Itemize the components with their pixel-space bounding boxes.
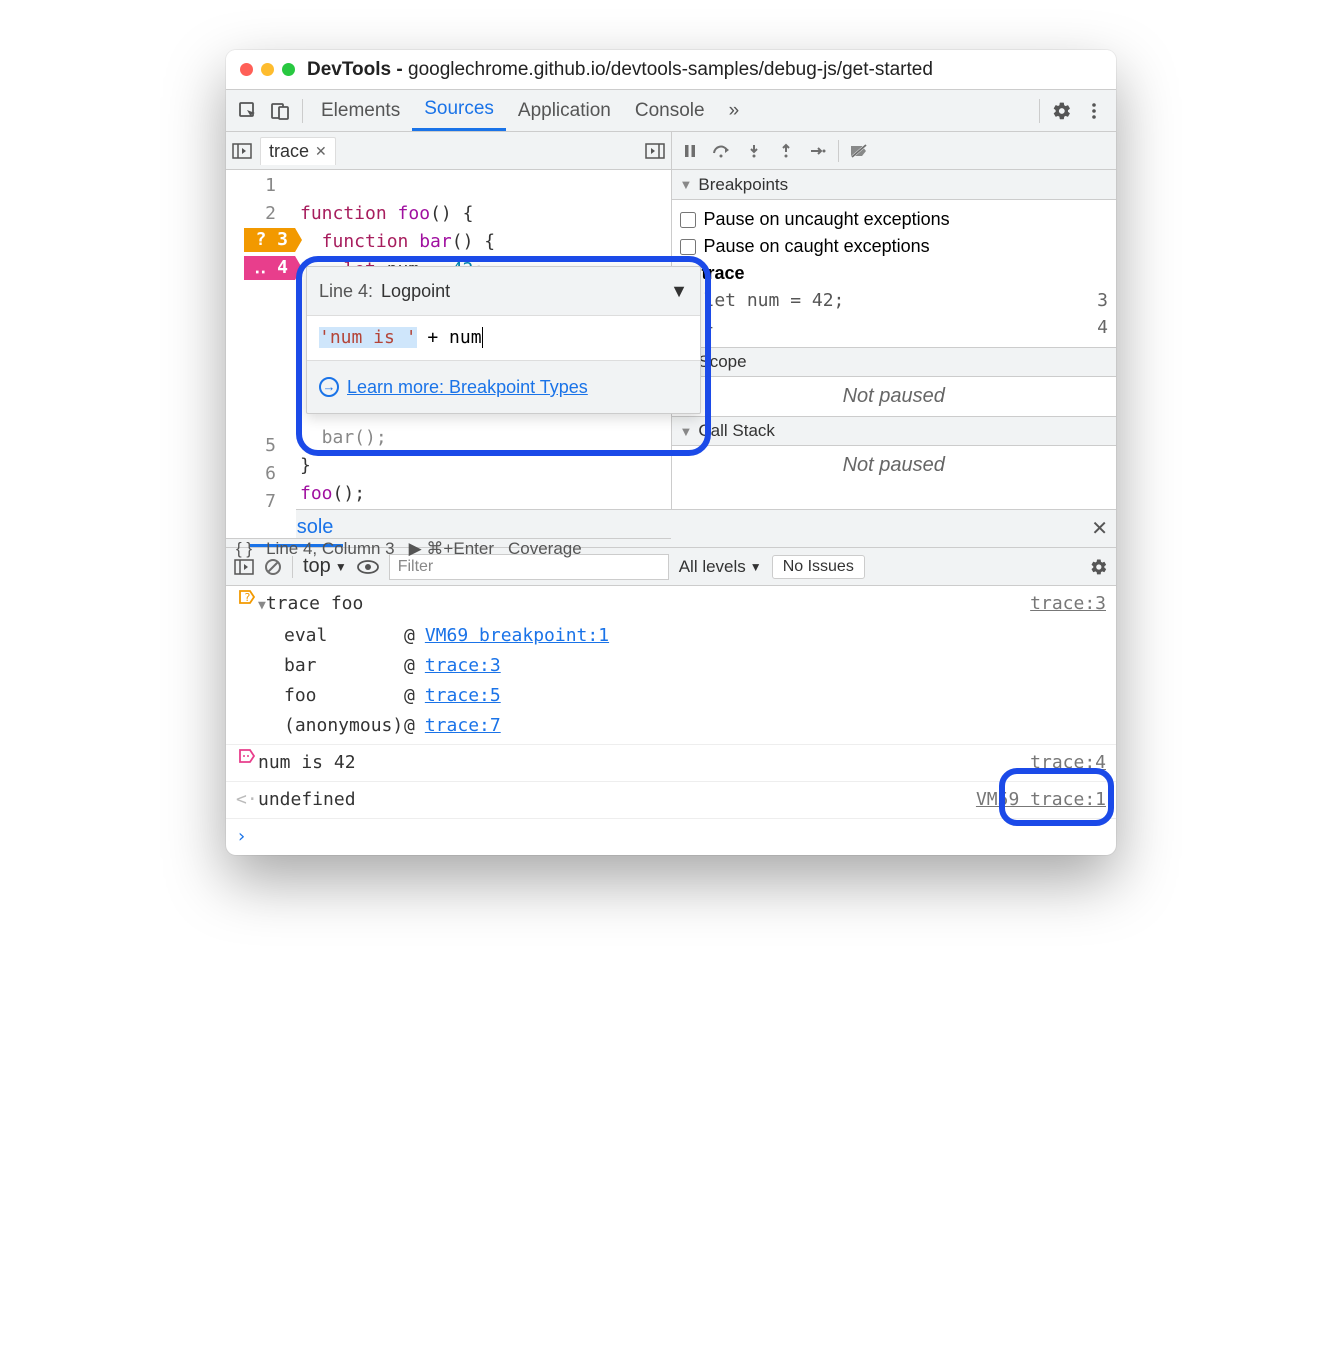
kebab-menu-icon[interactable] bbox=[1078, 95, 1110, 127]
step-out-icon[interactable] bbox=[774, 139, 798, 163]
console-sidebar-toggle-icon[interactable] bbox=[234, 559, 254, 575]
stack-frame[interactable]: (anonymous)@ trace:7 bbox=[284, 711, 1030, 741]
logpoint-line-label: Line 4: bbox=[319, 277, 373, 305]
svg-text:?: ? bbox=[244, 591, 251, 604]
logpoint-expression-input[interactable]: 'num is ' + num​ bbox=[307, 316, 700, 361]
devtools-window: DevTools - googlechrome.github.io/devtoo… bbox=[226, 50, 1116, 855]
source-link[interactable]: trace:3 bbox=[425, 651, 501, 681]
console-prompt[interactable]: › bbox=[226, 819, 1116, 855]
breakpoint-item[interactable]: ✓ } 4 bbox=[680, 314, 1109, 341]
gutter[interactable]: 1 2 ? 3 ‥ 4 5 6 7 bbox=[226, 170, 296, 538]
editor-pane: 1 2 ? 3 ‥ 4 5 6 7 function foo() { funct… bbox=[226, 170, 672, 509]
console-trace-row[interactable]: ? ▼trace foo eval@ VM69 breakpoint:1 bar… bbox=[226, 586, 1116, 745]
code-editor[interactable]: 1 2 ? 3 ‥ 4 5 6 7 function foo() { funct… bbox=[226, 170, 671, 538]
settings-gear-icon[interactable] bbox=[1046, 95, 1078, 127]
logpoint-icon bbox=[236, 748, 258, 764]
inspect-element-icon[interactable] bbox=[232, 95, 264, 127]
prompt-icon: › bbox=[236, 822, 258, 852]
console-settings-gear-icon[interactable] bbox=[1090, 558, 1108, 576]
close-tab-icon[interactable]: ✕ bbox=[315, 143, 327, 160]
run-snippet-button[interactable]: ▶ ⌘+Enter bbox=[409, 539, 494, 559]
pretty-print-button[interactable]: { } bbox=[236, 539, 252, 559]
breakpoint-marker-logpoint[interactable]: ‥ 4 bbox=[244, 256, 302, 280]
file-tab-trace[interactable]: trace ✕ bbox=[260, 137, 336, 165]
live-expression-icon[interactable] bbox=[357, 560, 379, 574]
issues-button[interactable]: No Issues bbox=[772, 555, 865, 579]
info-icon: → bbox=[319, 377, 339, 397]
console-return-row[interactable]: <· undefined VM59 trace:1 bbox=[226, 782, 1116, 819]
log-levels-selector[interactable]: All levels▼ bbox=[679, 557, 762, 577]
maximize-window-button[interactable] bbox=[282, 63, 295, 76]
navigator-toggle-icon[interactable] bbox=[232, 143, 252, 159]
device-toolbar-icon[interactable] bbox=[264, 95, 296, 127]
close-window-button[interactable] bbox=[240, 63, 253, 76]
source-link[interactable]: trace:7 bbox=[425, 711, 501, 741]
line-number[interactable]: 5 bbox=[226, 432, 276, 460]
chevron-down-icon: ▼ bbox=[335, 560, 347, 574]
conditional-bp-icon: ? bbox=[236, 589, 258, 605]
file-tab-label: trace bbox=[269, 141, 309, 162]
editor-status-bar: { } Line 4, Column 3 ▶ ⌘+Enter Coverage bbox=[226, 538, 671, 559]
tab-elements[interactable]: Elements bbox=[309, 90, 412, 131]
more-tabs-button[interactable]: » bbox=[717, 90, 752, 131]
coverage-button[interactable]: Coverage bbox=[508, 539, 582, 559]
step-icon[interactable] bbox=[806, 139, 830, 163]
breakpoints-section-header[interactable]: ▼Breakpoints bbox=[672, 170, 1117, 200]
panel-tabs: Elements Sources Application Console » bbox=[226, 90, 1116, 132]
annotation-highlight bbox=[999, 768, 1114, 826]
title-bar: DevTools - googlechrome.github.io/devtoo… bbox=[226, 50, 1116, 90]
tab-sources[interactable]: Sources bbox=[412, 90, 506, 131]
stack-frame[interactable]: foo@ trace:5 bbox=[284, 681, 1030, 711]
debugger-sidebar: ▼Breakpoints Pause on uncaught exception… bbox=[672, 170, 1117, 509]
tab-console[interactable]: Console bbox=[623, 90, 717, 131]
chevron-down-icon: ▼ bbox=[670, 277, 688, 305]
message-source-link[interactable]: trace:3 bbox=[1030, 589, 1106, 619]
tab-application[interactable]: Application bbox=[506, 90, 623, 131]
stack-frame[interactable]: eval@ VM69 breakpoint:1 bbox=[284, 621, 1030, 651]
source-link[interactable]: trace:5 bbox=[425, 681, 501, 711]
main-split: 1 2 ? 3 ‥ 4 5 6 7 function foo() { funct… bbox=[226, 170, 1116, 510]
source-link[interactable]: VM69 breakpoint:1 bbox=[425, 621, 609, 651]
cursor-position: Line 4, Column 3 bbox=[266, 539, 395, 559]
breakpoint-marker-conditional[interactable]: ? 3 bbox=[244, 228, 302, 252]
line-number[interactable]: 1 bbox=[226, 172, 276, 200]
deactivate-breakpoints-icon[interactable] bbox=[847, 139, 871, 163]
step-into-icon[interactable] bbox=[742, 139, 766, 163]
return-icon: <· bbox=[236, 785, 258, 815]
close-drawer-icon[interactable]: ✕ bbox=[1091, 516, 1108, 541]
learn-more-link[interactable]: Learn more: Breakpoint Types bbox=[347, 373, 588, 401]
pause-icon[interactable] bbox=[678, 139, 702, 163]
line-number[interactable]: 7 bbox=[226, 488, 276, 516]
scope-not-paused: Not paused bbox=[672, 377, 1117, 416]
window-controls bbox=[240, 63, 295, 76]
breakpoint-type-select[interactable]: Logpoint ▼ bbox=[381, 277, 688, 305]
pause-caught-checkbox[interactable]: Pause on caught exceptions bbox=[680, 233, 1109, 260]
console-logpoint-row[interactable]: num is 42 trace:4 bbox=[226, 745, 1116, 782]
scope-section-header[interactable]: ▼Scope bbox=[672, 347, 1117, 377]
logpoint-editor-popup: Line 4: Logpoint ▼ 'num is ' + num​ → Le… bbox=[306, 266, 701, 414]
breakpoint-group[interactable]: trace bbox=[680, 260, 1109, 287]
line-number[interactable]: 2 bbox=[226, 200, 276, 228]
clear-console-icon[interactable] bbox=[264, 558, 282, 576]
callstack-not-paused: Not paused bbox=[672, 446, 1117, 485]
minimize-window-button[interactable] bbox=[261, 63, 274, 76]
breakpoint-item[interactable]: ✓ let num = 42; 3 bbox=[680, 287, 1109, 314]
console-output: ? ▼trace foo eval@ VM69 breakpoint:1 bar… bbox=[226, 586, 1116, 855]
pause-uncaught-checkbox[interactable]: Pause on uncaught exceptions bbox=[680, 206, 1109, 233]
sources-toolbar: trace ✕ bbox=[226, 132, 1116, 170]
debugger-toggle-icon[interactable] bbox=[645, 143, 665, 159]
callstack-section-header[interactable]: ▼Call Stack bbox=[672, 416, 1117, 446]
stack-frame[interactable]: bar@ trace:3 bbox=[284, 651, 1030, 681]
window-title: DevTools - googlechrome.github.io/devtoo… bbox=[307, 59, 933, 81]
line-number[interactable]: 6 bbox=[226, 460, 276, 488]
step-over-icon[interactable] bbox=[710, 139, 734, 163]
